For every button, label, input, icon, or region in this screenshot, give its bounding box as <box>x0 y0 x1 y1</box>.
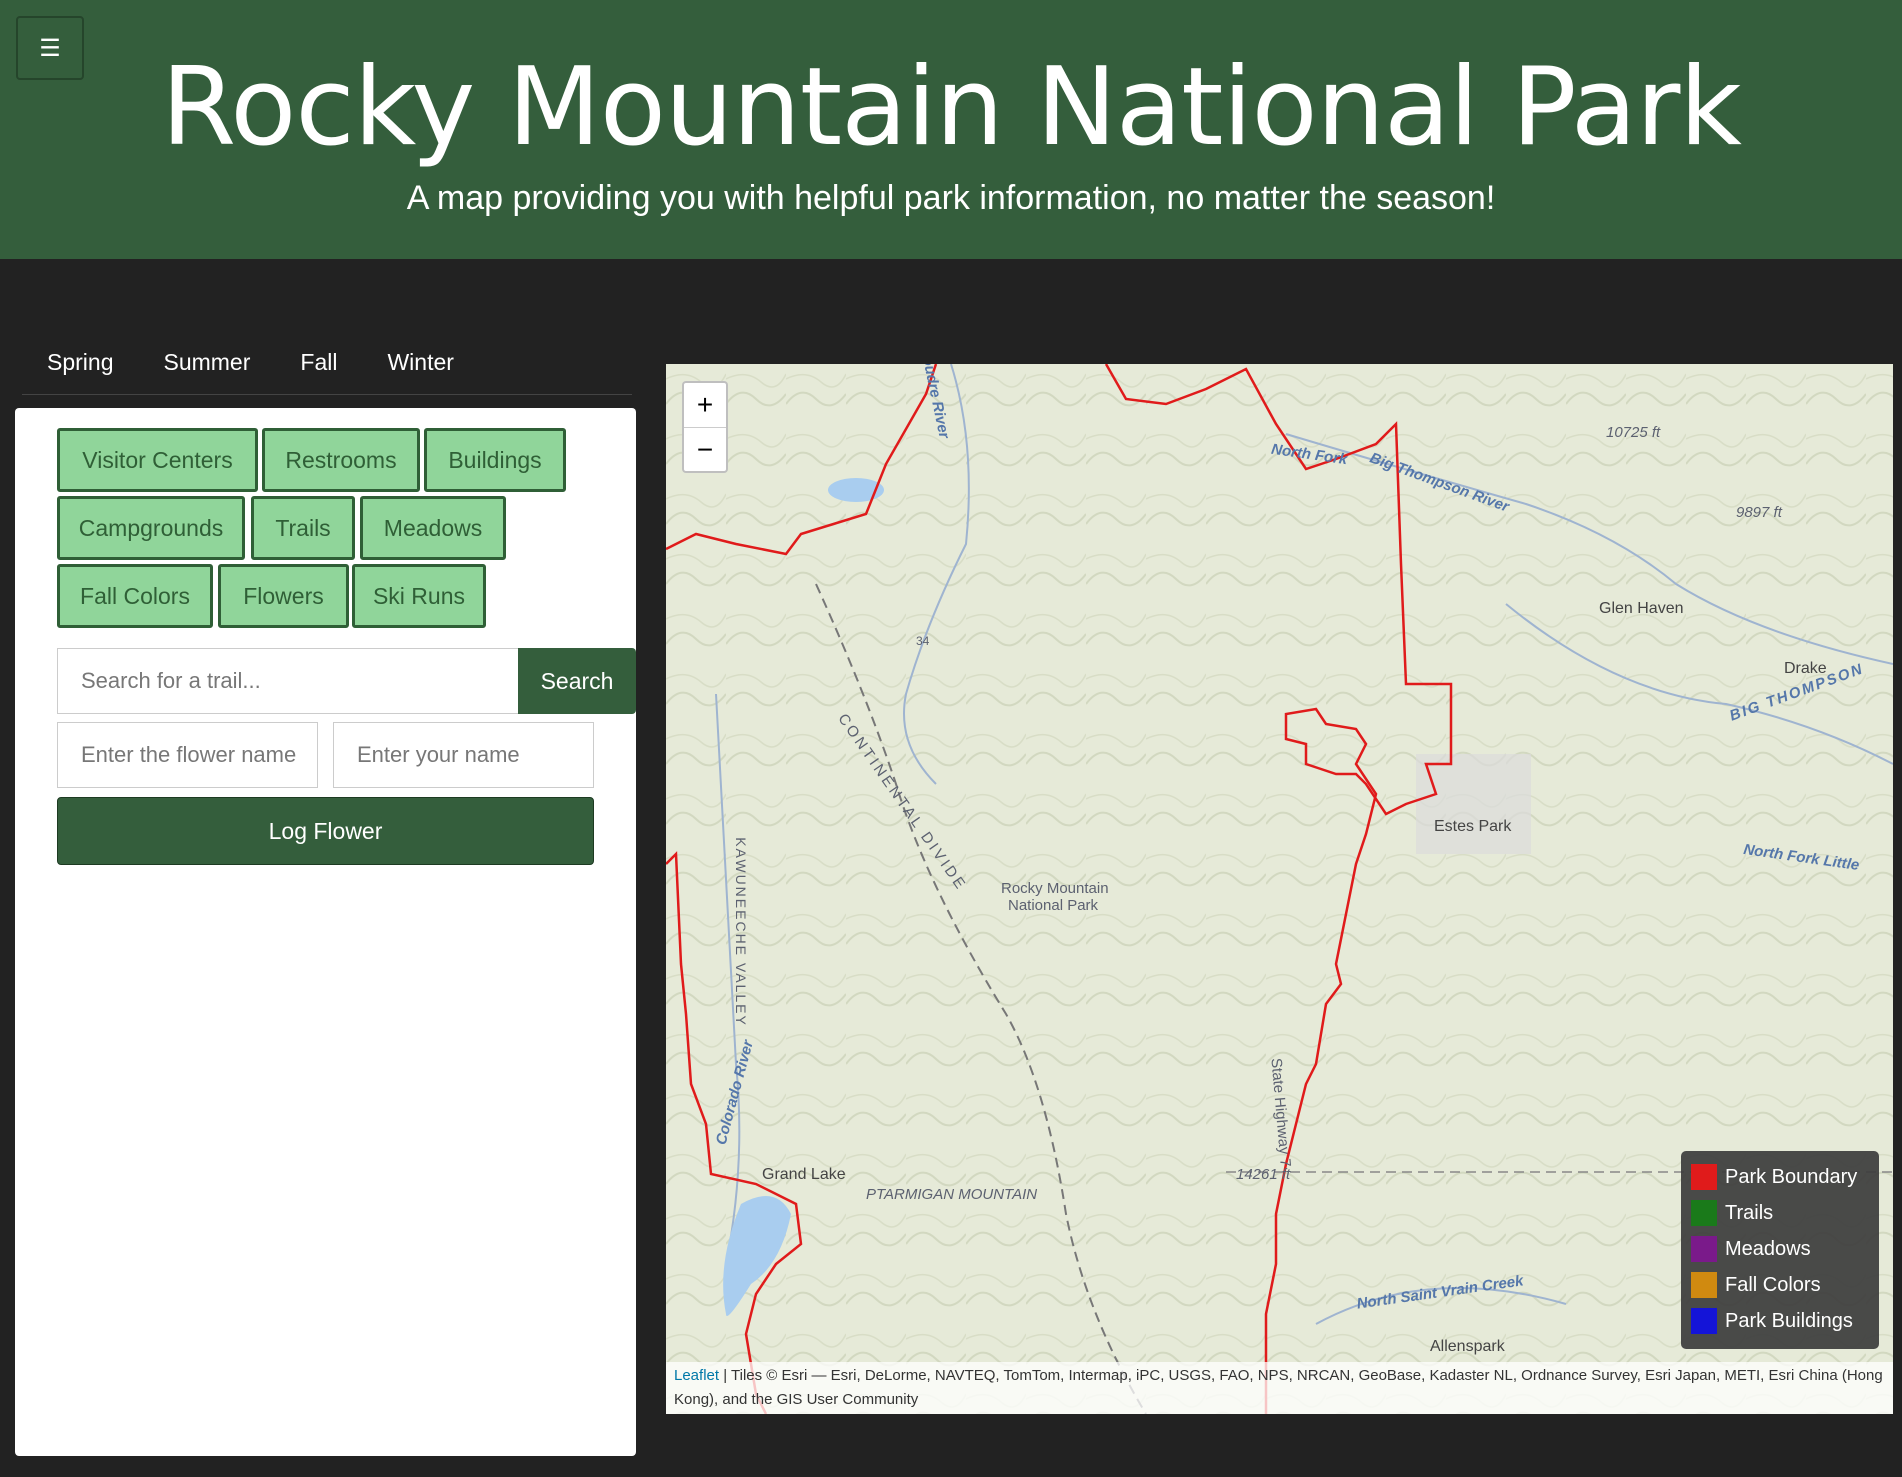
legend-label: Trails <box>1725 1201 1774 1224</box>
legend-item: Trails <box>1691 1195 1869 1231</box>
swatch-icon <box>1691 1236 1717 1262</box>
legend-item: Park Boundary <box>1691 1159 1869 1195</box>
swatch-icon <box>1691 1164 1717 1190</box>
map-label: Rocky Mountain <box>1001 880 1109 897</box>
zoom-out-button[interactable]: − <box>684 428 726 472</box>
tab-fall[interactable]: Fall <box>275 349 362 376</box>
zoom-in-button[interactable]: + <box>684 383 726 428</box>
map-label: Estes Park <box>1434 818 1512 835</box>
map-label: Allenspark <box>1430 1338 1505 1355</box>
trail-search-input[interactable]: Search for a trail... <box>57 648 519 714</box>
legend-label: Park Boundary <box>1725 1165 1858 1188</box>
legend-item: Meadows <box>1691 1231 1869 1267</box>
swatch-icon <box>1691 1200 1717 1226</box>
ski-runs-button[interactable]: Ski Runs <box>352 564 486 628</box>
map-label: 14261 ft <box>1236 1166 1291 1183</box>
buildings-button[interactable]: Buildings <box>424 428 566 492</box>
map-label: National Park <box>1008 897 1099 914</box>
map-legend: Park Boundary Trails Meadows Fall Colors… <box>1681 1151 1879 1349</box>
map-label: 34 <box>916 634 930 648</box>
map-label: KAWUNEECHE VALLEY <box>732 837 749 1027</box>
legend-label: Meadows <box>1725 1237 1811 1260</box>
legend-label: Fall Colors <box>1725 1273 1821 1296</box>
swatch-icon <box>1691 1272 1717 1298</box>
legend-item: Park Buildings <box>1691 1303 1869 1339</box>
tab-winter[interactable]: Winter <box>362 349 478 376</box>
map-label: PTARMIGAN MOUNTAIN <box>866 1186 1038 1203</box>
estes-park-area <box>1416 754 1531 854</box>
page-subtitle: A map providing you with helpful park in… <box>406 179 1496 217</box>
zoom-control: + − <box>682 381 728 473</box>
map-label: Glen Haven <box>1599 600 1684 617</box>
meadows-button[interactable]: Meadows <box>360 496 506 560</box>
page-header: ☰ Rocky Mountain National Park A map pro… <box>0 0 1902 259</box>
park-map[interactable]: Poudre River North Fork Big Thompson Riv… <box>666 364 1893 1414</box>
tab-spring[interactable]: Spring <box>22 349 138 376</box>
visitor-centers-button[interactable]: Visitor Centers <box>57 428 258 492</box>
fall-colors-button[interactable]: Fall Colors <box>57 564 213 628</box>
campgrounds-button[interactable]: Campgrounds <box>57 496 245 560</box>
map-label: 10725 ft <box>1606 424 1661 441</box>
user-name-input[interactable]: Enter your name <box>333 722 594 788</box>
page-title: Rocky Mountain National Park <box>161 45 1742 170</box>
trails-button[interactable]: Trails <box>251 496 355 560</box>
log-flower-button[interactable]: Log Flower <box>57 797 594 865</box>
map-attribution: Leaflet | Tiles © Esri — Esri, DeLorme, … <box>666 1362 1893 1414</box>
flower-name-input[interactable]: Enter the flower name <box>57 722 318 788</box>
leaflet-link[interactable]: Leaflet <box>674 1367 719 1384</box>
map-label: 9897 ft <box>1736 504 1782 521</box>
restrooms-button[interactable]: Restrooms <box>262 428 420 492</box>
search-button[interactable]: Search <box>518 648 636 714</box>
swatch-icon <box>1691 1308 1717 1334</box>
tab-summer[interactable]: Summer <box>138 349 275 376</box>
legend-item: Fall Colors <box>1691 1267 1869 1303</box>
map-label: Grand Lake <box>762 1166 846 1183</box>
legend-label: Park Buildings <box>1725 1309 1853 1332</box>
season-tabs: Spring Summer Fall Winter <box>22 330 632 395</box>
attribution-text: | Tiles © Esri — Esri, DeLorme, NAVTEQ, … <box>674 1367 1883 1408</box>
flowers-button[interactable]: Flowers <box>218 564 349 628</box>
